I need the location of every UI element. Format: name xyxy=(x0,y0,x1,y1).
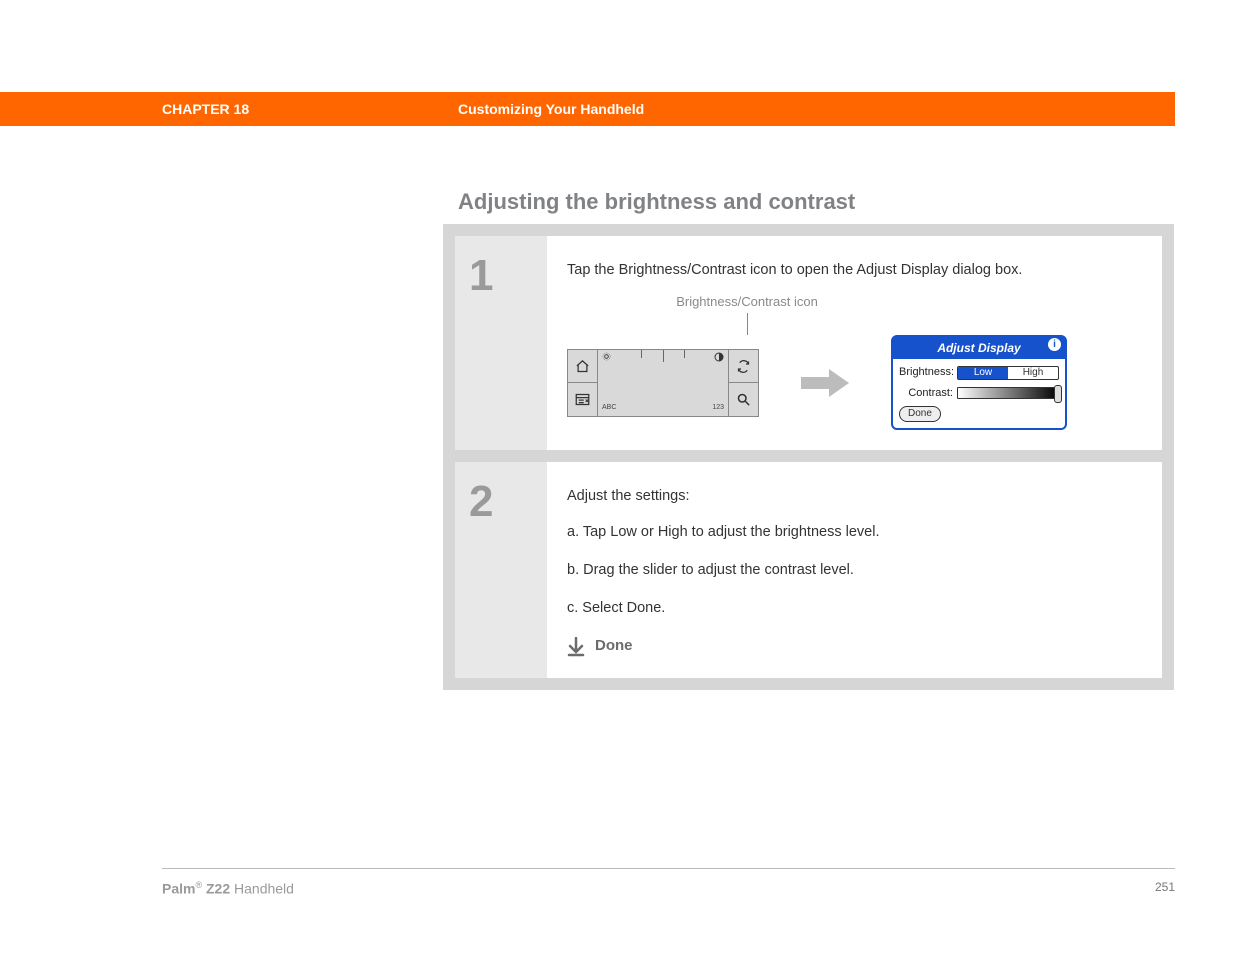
step-body: Tap the Brightness/Contrast icon to open… xyxy=(547,236,1162,450)
graffiti-right-icons xyxy=(728,350,758,416)
brightness-label: Brightness: xyxy=(899,364,957,381)
contrast-slider xyxy=(957,387,1059,399)
header-bar: CHAPTER 18 Customizing Your Handheld xyxy=(0,92,1175,126)
123-label: 123 xyxy=(712,403,724,414)
find-icon xyxy=(729,382,758,416)
menu-icon xyxy=(568,382,597,416)
graffiti-left-icons xyxy=(568,350,598,416)
page-number: 251 xyxy=(1155,880,1175,894)
dialog-done-button: Done xyxy=(899,406,941,422)
section-heading: Adjusting the brightness and contrast xyxy=(458,189,855,215)
step-number: 1 xyxy=(469,254,547,298)
done-indicator: Done xyxy=(567,635,1140,658)
info-icon: i xyxy=(1048,338,1061,351)
step2-c: c. Select Done. xyxy=(567,598,1140,620)
graffiti-writing-area: ABC 123 xyxy=(598,350,728,416)
chapter-title: Customizing Your Handheld xyxy=(458,101,644,117)
brightness-high-button: High xyxy=(1008,367,1058,379)
footer-product: Palm® Z22 Handheld xyxy=(162,880,294,897)
figure-row: ABC 123 xyxy=(567,335,1140,430)
step-number: 2 xyxy=(469,480,547,524)
step-number-col: 1 xyxy=(455,236,547,450)
step-number-col: 2 xyxy=(455,462,547,678)
step1-text: Tap the Brightness/Contrast icon to open… xyxy=(567,260,1140,282)
figure-caption: Brightness/Contrast icon xyxy=(597,292,897,336)
slider-thumb xyxy=(1054,385,1062,403)
steps-container: 1 Tap the Brightness/Contrast icon to op… xyxy=(443,224,1174,690)
callout-line xyxy=(747,313,748,335)
dialog-title: Adjust Display i xyxy=(893,337,1065,359)
done-label: Done xyxy=(595,635,633,658)
brightness-low-icon xyxy=(602,352,611,366)
done-arrow-icon xyxy=(567,637,585,657)
step2-intro: Adjust the settings: xyxy=(567,486,1140,508)
step2-b: b. Drag the slider to adjust the contras… xyxy=(567,560,1140,582)
step2-a: a. Tap Low or High to adjust the brightn… xyxy=(567,522,1140,544)
caption-text: Brightness/Contrast icon xyxy=(676,294,818,309)
step-body: Adjust the settings: a. Tap Low or High … xyxy=(547,462,1162,678)
contrast-label: Contrast: xyxy=(899,385,957,402)
sync-icon xyxy=(729,350,758,383)
chapter-label: CHAPTER 18 xyxy=(162,101,249,117)
graffiti-area: ABC 123 xyxy=(567,349,759,417)
brightness-segment: Low High xyxy=(957,366,1059,380)
step-1: 1 Tap the Brightness/Contrast icon to op… xyxy=(455,236,1162,450)
footer-rule xyxy=(162,868,1175,869)
contrast-icon xyxy=(714,352,724,367)
step-2: 2 Adjust the settings: a. Tap Low or Hig… xyxy=(455,462,1162,678)
adjust-display-dialog: Adjust Display i Brightness: Low High xyxy=(891,335,1067,430)
arrow-right-icon xyxy=(799,365,851,401)
home-icon xyxy=(568,350,597,383)
brightness-low-button: Low xyxy=(958,367,1008,379)
abc-label: ABC xyxy=(602,403,616,414)
